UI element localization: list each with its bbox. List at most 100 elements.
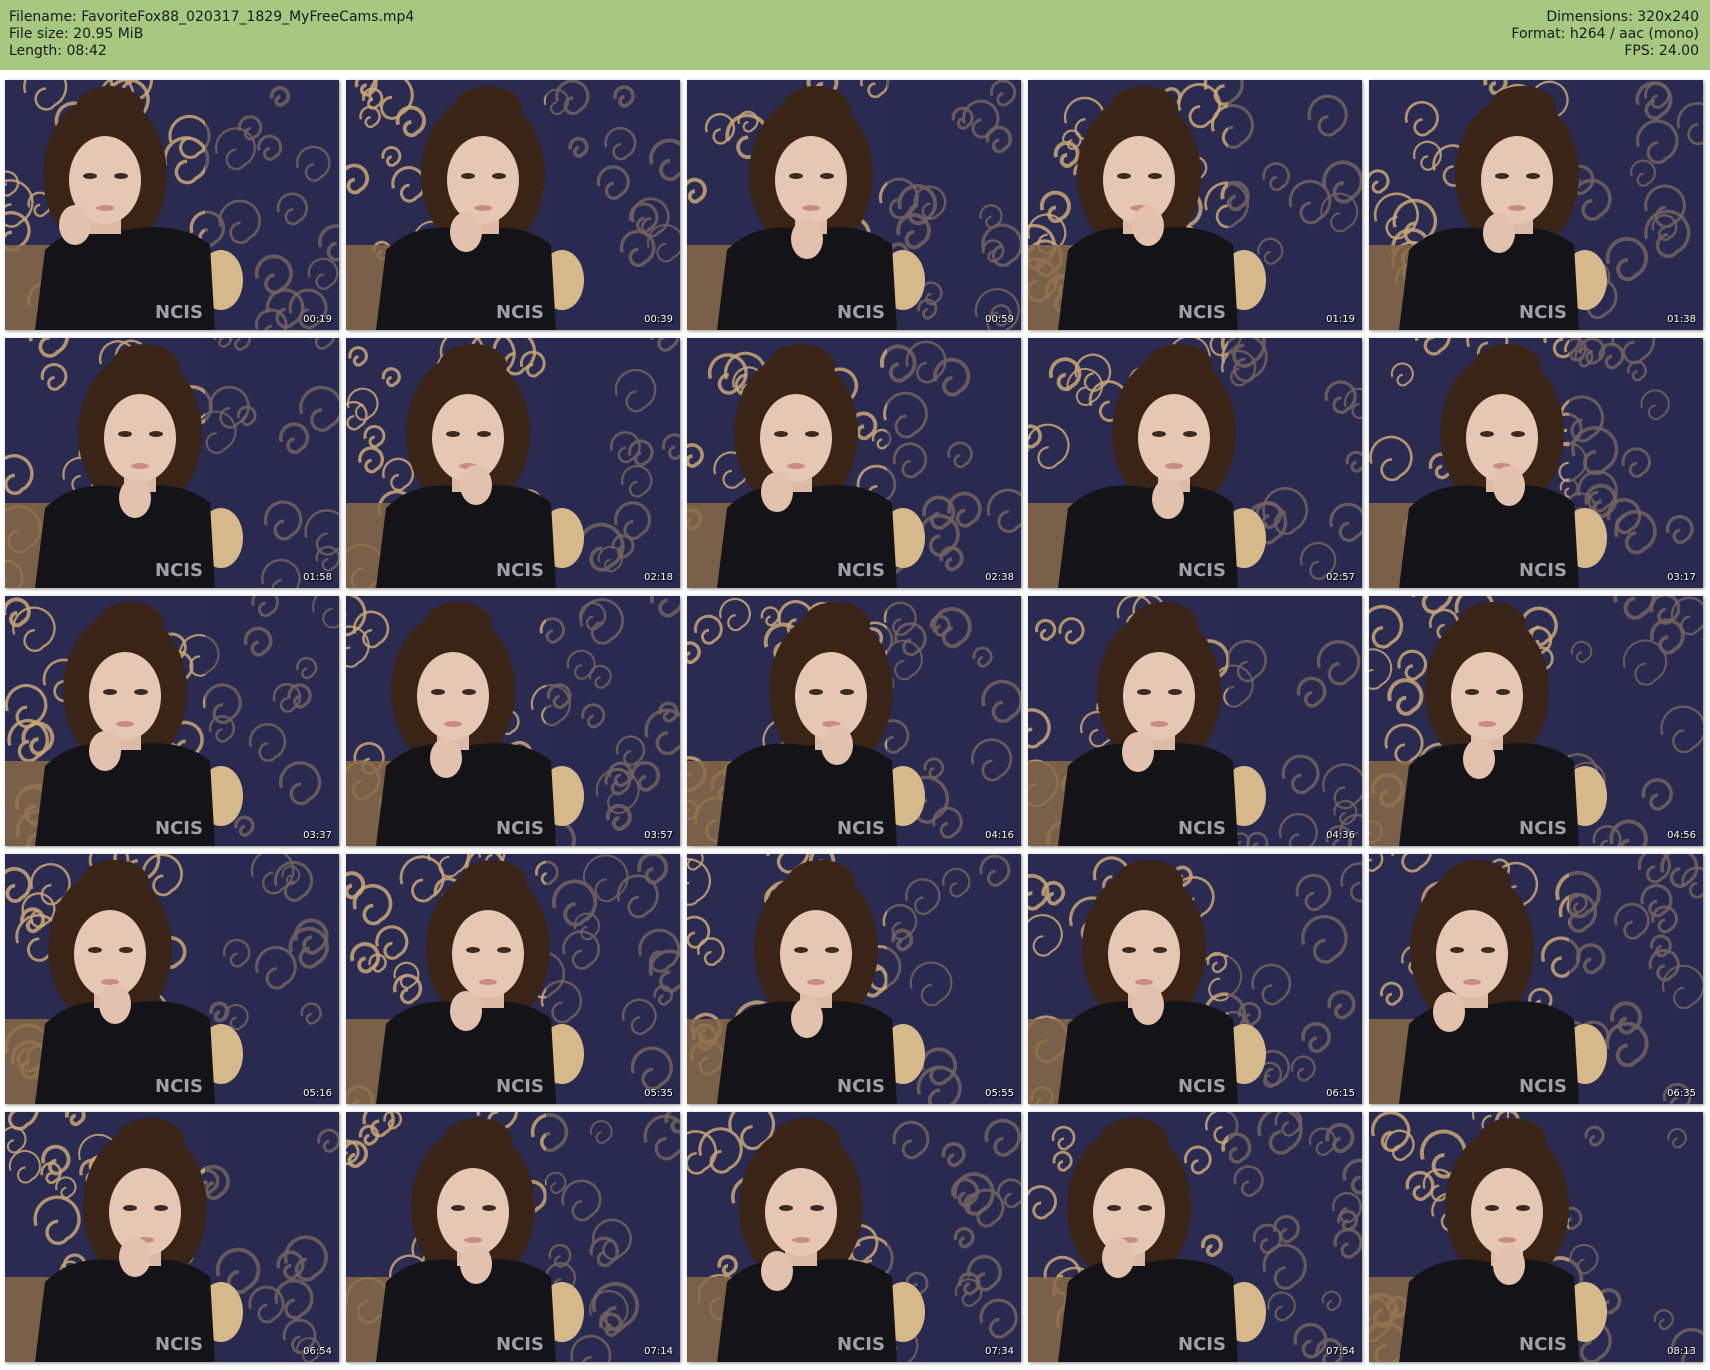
frame-image: NCIS <box>1028 854 1362 1104</box>
frame-image: NCIS <box>1028 338 1362 588</box>
timestamp-label: 01:38 <box>1667 314 1696 325</box>
svg-text:NCIS: NCIS <box>837 560 885 581</box>
timestamp-label: 00:59 <box>985 314 1014 325</box>
svg-text:NCIS: NCIS <box>837 1076 885 1097</box>
svg-text:NCIS: NCIS <box>1519 1334 1567 1355</box>
timestamp-label: 06:54 <box>303 1346 332 1357</box>
timestamp-label: 05:16 <box>303 1088 332 1099</box>
timestamp-label: 07:14 <box>644 1346 673 1357</box>
svg-text:NCIS: NCIS <box>837 302 885 323</box>
timestamp-label: 00:39 <box>644 314 673 325</box>
thumbnail-frame-9[interactable]: NCIS 02:57 <box>1028 338 1362 588</box>
thumbnail-frame-23[interactable]: NCIS 07:34 <box>687 1112 1021 1362</box>
thumbnail-frame-19[interactable]: NCIS 06:15 <box>1028 854 1362 1104</box>
timestamp-label: 04:16 <box>985 830 1014 841</box>
frame-image: NCIS <box>5 596 339 846</box>
thumbnail-frame-8[interactable]: NCIS 02:38 <box>687 338 1021 588</box>
thumbnail-frame-25[interactable]: NCIS 08:13 <box>1369 1112 1703 1362</box>
svg-text:NCIS: NCIS <box>155 560 203 581</box>
frame-image: NCIS <box>687 80 1021 330</box>
thumbnail-frame-15[interactable]: NCIS 04:56 <box>1369 596 1703 846</box>
svg-text:NCIS: NCIS <box>837 1334 885 1355</box>
thumbnail-frame-6[interactable]: NCIS 01:58 <box>5 338 339 588</box>
timestamp-label: 04:36 <box>1326 830 1355 841</box>
frame-image: NCIS <box>687 338 1021 588</box>
thumbnail-frame-4[interactable]: NCIS 01:19 <box>1028 80 1362 330</box>
filename-text: Filename: FavoriteFox88_020317_1829_MyFr… <box>9 9 415 25</box>
svg-text:NCIS: NCIS <box>496 302 544 323</box>
frame-image: NCIS <box>1028 80 1362 330</box>
frame-image: NCIS <box>5 338 339 588</box>
frame-image: NCIS <box>1369 596 1703 846</box>
thumbnail-frame-17[interactable]: NCIS 05:35 <box>346 854 680 1104</box>
thumbnail-frame-11[interactable]: NCIS 03:37 <box>5 596 339 846</box>
thumbnail-frame-22[interactable]: NCIS 07:14 <box>346 1112 680 1362</box>
frame-image: NCIS <box>687 596 1021 846</box>
svg-text:NCIS: NCIS <box>1519 818 1567 839</box>
file-info-block: Filename: FavoriteFox88_020317_1829_MyFr… <box>9 9 414 60</box>
thumbnail-frame-10[interactable]: NCIS 03:17 <box>1369 338 1703 588</box>
frame-image: NCIS <box>346 596 680 846</box>
thumbnail-frame-7[interactable]: NCIS 02:18 <box>346 338 680 588</box>
timestamp-label: 01:58 <box>303 572 332 583</box>
thumbnail-grid: NCIS 00:19 NCIS 00:39 NCIS 00:59 NCIS 01… <box>5 80 1705 1362</box>
timestamp-label: 05:55 <box>985 1088 1014 1099</box>
thumbnail-frame-2[interactable]: NCIS 00:39 <box>346 80 680 330</box>
thumbnail-frame-1[interactable]: NCIS 00:19 <box>5 80 339 330</box>
svg-text:NCIS: NCIS <box>1178 1076 1226 1097</box>
frame-image: NCIS <box>1028 1112 1362 1362</box>
video-info-block: Dimensions: 320x240 Format: h264 / aac (… <box>1511 9 1699 60</box>
timestamp-label: 06:35 <box>1667 1088 1696 1099</box>
timestamp-label: 02:57 <box>1326 572 1355 583</box>
frame-image: NCIS <box>5 80 339 330</box>
frame-image: NCIS <box>687 854 1021 1104</box>
frame-image: NCIS <box>1369 1112 1703 1362</box>
svg-text:NCIS: NCIS <box>155 302 203 323</box>
frame-image: NCIS <box>5 1112 339 1362</box>
thumbnail-frame-5[interactable]: NCIS 01:38 <box>1369 80 1703 330</box>
frame-image: NCIS <box>346 80 680 330</box>
svg-text:NCIS: NCIS <box>496 1076 544 1097</box>
frame-image: NCIS <box>346 338 680 588</box>
thumbnail-frame-12[interactable]: NCIS 03:57 <box>346 596 680 846</box>
svg-text:NCIS: NCIS <box>1178 560 1226 581</box>
thumbnail-frame-14[interactable]: NCIS 04:36 <box>1028 596 1362 846</box>
timestamp-label: 07:54 <box>1326 1346 1355 1357</box>
timestamp-label: 00:19 <box>303 314 332 325</box>
frame-image: NCIS <box>1369 80 1703 330</box>
svg-text:NCIS: NCIS <box>155 1076 203 1097</box>
thumbnail-frame-21[interactable]: NCIS 06:54 <box>5 1112 339 1362</box>
filesize-text: File size: 20.95 MiB <box>9 26 144 42</box>
svg-text:NCIS: NCIS <box>496 560 544 581</box>
thumbnail-frame-18[interactable]: NCIS 05:55 <box>687 854 1021 1104</box>
fps-text: FPS: 24.00 <box>1624 43 1699 59</box>
timestamp-label: 08:13 <box>1667 1346 1696 1357</box>
thumbnail-frame-3[interactable]: NCIS 00:59 <box>687 80 1021 330</box>
frame-image: NCIS <box>346 1112 680 1362</box>
timestamp-label: 06:15 <box>1326 1088 1355 1099</box>
timestamp-label: 02:18 <box>644 572 673 583</box>
thumbnail-frame-24[interactable]: NCIS 07:54 <box>1028 1112 1362 1362</box>
svg-text:NCIS: NCIS <box>496 1334 544 1355</box>
frame-image: NCIS <box>1369 338 1703 588</box>
timestamp-label: 03:37 <box>303 830 332 841</box>
frame-image: NCIS <box>687 1112 1021 1362</box>
timestamp-label: 03:57 <box>644 830 673 841</box>
svg-text:NCIS: NCIS <box>155 1334 203 1355</box>
svg-text:NCIS: NCIS <box>1178 302 1226 323</box>
thumbnail-frame-20[interactable]: NCIS 06:35 <box>1369 854 1703 1104</box>
timestamp-label: 01:19 <box>1326 314 1355 325</box>
frame-image: NCIS <box>346 854 680 1104</box>
svg-text:NCIS: NCIS <box>1519 560 1567 581</box>
thumbnail-frame-16[interactable]: NCIS 05:16 <box>5 854 339 1104</box>
timestamp-label: 02:38 <box>985 572 1014 583</box>
timestamp-label: 04:56 <box>1667 830 1696 841</box>
svg-text:NCIS: NCIS <box>1178 1334 1226 1355</box>
svg-text:NCIS: NCIS <box>837 818 885 839</box>
frame-image: NCIS <box>1369 854 1703 1104</box>
length-text: Length: 08:42 <box>9 43 107 59</box>
timestamp-label: 05:35 <box>644 1088 673 1099</box>
thumbnail-frame-13[interactable]: NCIS 04:16 <box>687 596 1021 846</box>
svg-text:NCIS: NCIS <box>1519 1076 1567 1097</box>
frame-image: NCIS <box>5 854 339 1104</box>
